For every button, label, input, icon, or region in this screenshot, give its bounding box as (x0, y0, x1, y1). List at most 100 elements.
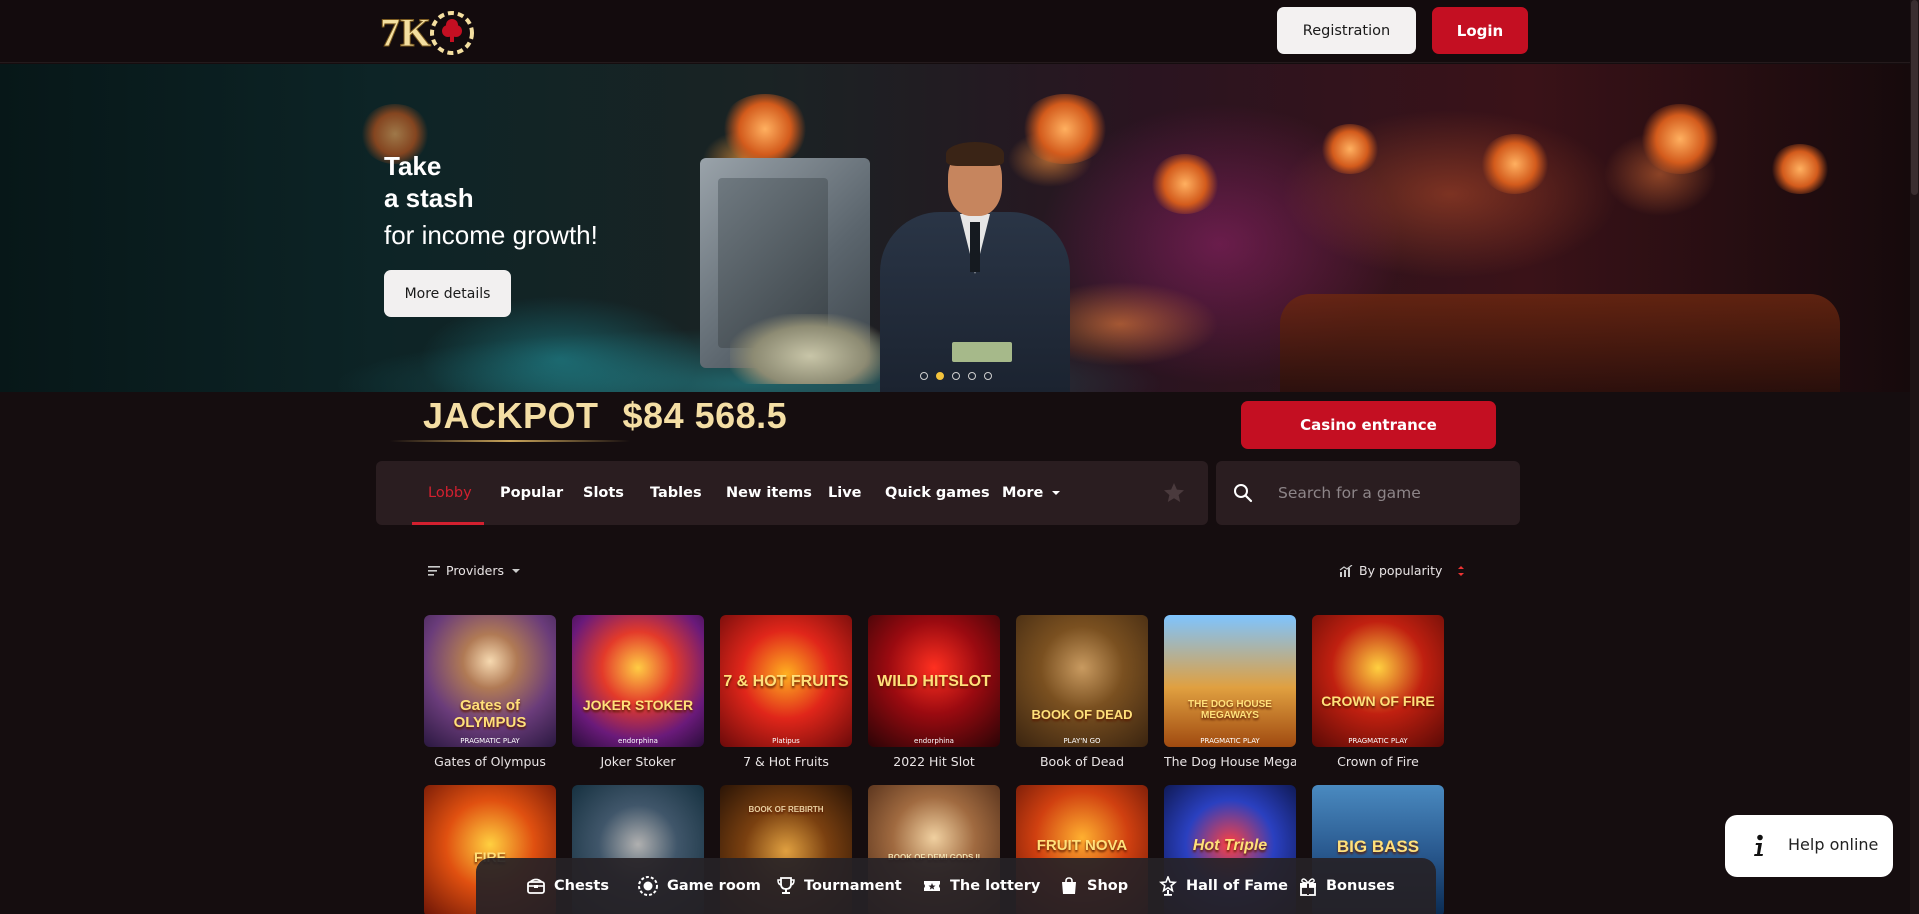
nav-hall-of-fame[interactable]: Hall of Fame (1158, 858, 1288, 914)
providers-filter[interactable]: Providers (428, 563, 522, 578)
chip-icon (638, 876, 658, 896)
registration-button[interactable]: Registration (1277, 7, 1416, 54)
scrollbar-thumb[interactable] (1911, 0, 1918, 195)
tab-popular[interactable]: Popular (500, 461, 563, 525)
page-scrollbar[interactable] (1910, 0, 1919, 914)
site-logo[interactable]: 7K (380, 4, 476, 60)
game-art-title: BOOK OF REBIRTH (748, 805, 824, 814)
nav-shop[interactable]: Shop (1059, 858, 1128, 914)
carousel-dots (920, 372, 992, 380)
providers-label: Providers (446, 563, 504, 578)
game-art-title: CROWN OF FIRE (1321, 693, 1435, 709)
help-online-label: Help online (1788, 835, 1879, 854)
carousel-dot-active[interactable] (936, 372, 944, 380)
logo-mark: 7K (380, 10, 474, 56)
jackpot-value: $84 568.5 (622, 395, 788, 436)
game-art-title: WILD HITSLOT (877, 673, 991, 690)
tab-more[interactable]: More (1002, 461, 1063, 525)
carousel-dot[interactable] (984, 372, 992, 380)
promo-banner[interactable]: Take a stash for income growth! More det… (0, 64, 1910, 392)
game-thumbnail[interactable]: WILD HITSLOT endorphina (868, 615, 1000, 747)
bar-counter-art (1280, 294, 1840, 392)
tab-new-items[interactable]: New items (726, 461, 812, 525)
game-thumbnail[interactable]: THE DOG HOUSE MEGAWAYS PRAGMATIC PLAY (1164, 615, 1296, 747)
game-thumbnail[interactable]: CROWN OF FIRE PRAGMATIC PLAY (1312, 615, 1444, 747)
chest-icon (527, 878, 545, 894)
nav-hall-of-fame-label: Hall of Fame (1186, 878, 1289, 894)
tab-slots[interactable]: Slots (583, 461, 624, 525)
money-pile-art (730, 314, 890, 384)
nav-tournament[interactable]: Tournament (776, 858, 902, 914)
game-art-title: THE DOG HOUSE MEGAWAYS (1188, 699, 1272, 721)
banner-subtitle: for income growth! (384, 220, 598, 250)
banner-title-line2: a stash (384, 183, 474, 213)
game-thumbnail[interactable]: BOOK OF DEAD PLAY'N GO (1016, 615, 1148, 747)
banner-text: Take a stash for income growth! (384, 150, 598, 250)
nav-bonuses-label: Bonuses (1326, 878, 1395, 894)
game-title: Joker Stoker (600, 754, 676, 769)
game-card-2022-hit-slot[interactable]: WILD HITSLOT endorphina 2022 Hit Slot (868, 615, 1000, 769)
game-card-7-hot-fruits[interactable]: 7 & HOT FRUITS Platipus 7 & Hot Fruits (720, 615, 852, 769)
game-title: Book of Dead (1039, 754, 1124, 769)
game-provider: endorphina (914, 737, 954, 745)
carousel-dot[interactable] (920, 372, 928, 380)
game-title: 7 & Hot Fruits (743, 754, 829, 769)
chevron-down-icon (511, 568, 520, 573)
game-art-title: BOOK OF DEAD (1031, 707, 1133, 722)
game-card-joker-stoker[interactable]: JOKER STOKER endorphina Joker Stoker (572, 615, 704, 769)
active-tab-indicator (412, 522, 484, 525)
game-art-title: Hot Triple (1192, 837, 1268, 854)
game-card-crown-of-fire[interactable]: CROWN OF FIRE PRAGMATIC PLAY Crown of Fi… (1312, 615, 1444, 769)
casino-page: 7K Registration Login Take a stash for i… (0, 0, 1919, 914)
lamp-light (1480, 134, 1550, 194)
nav-bonuses[interactable]: Bonuses (1298, 858, 1395, 914)
game-thumbnail[interactable]: 7 & HOT FRUITS Platipus (720, 615, 852, 747)
nav-tournament-label: Tournament (804, 878, 902, 894)
chart-trend-icon (1339, 564, 1353, 577)
game-art-title: FRUIT NOVA (1036, 837, 1128, 854)
game-provider: endorphina (618, 737, 658, 745)
help-online-button[interactable]: Help online (1725, 815, 1893, 877)
lamp-light (1150, 154, 1220, 214)
sort-by-popularity[interactable]: By popularity (1339, 563, 1466, 578)
bag-icon (1062, 877, 1076, 894)
game-title: Crown of Fire (1337, 754, 1419, 769)
nav-shop-label: Shop (1087, 878, 1129, 894)
game-provider: PRAGMATIC PLAY (1200, 737, 1260, 745)
game-title: The Dog House Mega... (1164, 754, 1296, 769)
info-icon (1754, 834, 1763, 856)
game-art-title: 7 & HOT FRUITS (723, 673, 849, 690)
game-thumbnail[interactable]: Gates of OLYMPUS PRAGMATIC PLAY (424, 615, 556, 747)
more-details-button[interactable]: More details (384, 270, 511, 317)
carousel-dot[interactable] (968, 372, 976, 380)
game-thumbnail[interactable]: JOKER STOKER endorphina (572, 615, 704, 747)
tab-quick-games[interactable]: Quick games (885, 461, 990, 525)
lamp-light (1640, 104, 1720, 174)
jackpot-display: JACKPOT $84 568.5 (423, 395, 787, 437)
lamp-light (720, 94, 810, 164)
nav-lottery[interactable]: The lottery (922, 858, 1040, 914)
gift-icon (1300, 878, 1316, 896)
trophy-icon (777, 877, 795, 894)
game-provider: PLAY'N GO (1063, 737, 1101, 745)
favorites-star-icon[interactable] (1162, 481, 1186, 505)
game-card-book-of-dead[interactable]: BOOK OF DEAD PLAY'N GO Book of Dead (1016, 615, 1148, 769)
tab-lobby[interactable]: Lobby (428, 461, 472, 525)
carousel-dot[interactable] (952, 372, 960, 380)
game-title: Gates of Olympus (434, 754, 546, 769)
tab-tables[interactable]: Tables (650, 461, 702, 525)
top-header: 7K Registration Login (0, 0, 1910, 63)
game-art-title: Gates of OLYMPUS (453, 697, 527, 731)
businessman-art (880, 142, 1070, 392)
login-button[interactable]: Login (1432, 7, 1528, 54)
search-input[interactable] (1278, 461, 1508, 525)
nav-game-room-label: Game room (667, 878, 761, 894)
nav-game-room[interactable]: Game room (637, 858, 761, 914)
lamp-light (1320, 124, 1380, 174)
casino-entrance-button[interactable]: Casino entrance (1241, 401, 1496, 449)
game-card-gates-of-olympus[interactable]: Gates of OLYMPUS PRAGMATIC PLAY Gates of… (424, 615, 556, 769)
game-card-dog-house-megaways[interactable]: THE DOG HOUSE MEGAWAYS PRAGMATIC PLAY Th… (1164, 615, 1296, 769)
nav-chests[interactable]: Chests (526, 858, 609, 914)
game-provider: PRAGMATIC PLAY (1348, 737, 1408, 745)
tab-live[interactable]: Live (828, 461, 862, 525)
